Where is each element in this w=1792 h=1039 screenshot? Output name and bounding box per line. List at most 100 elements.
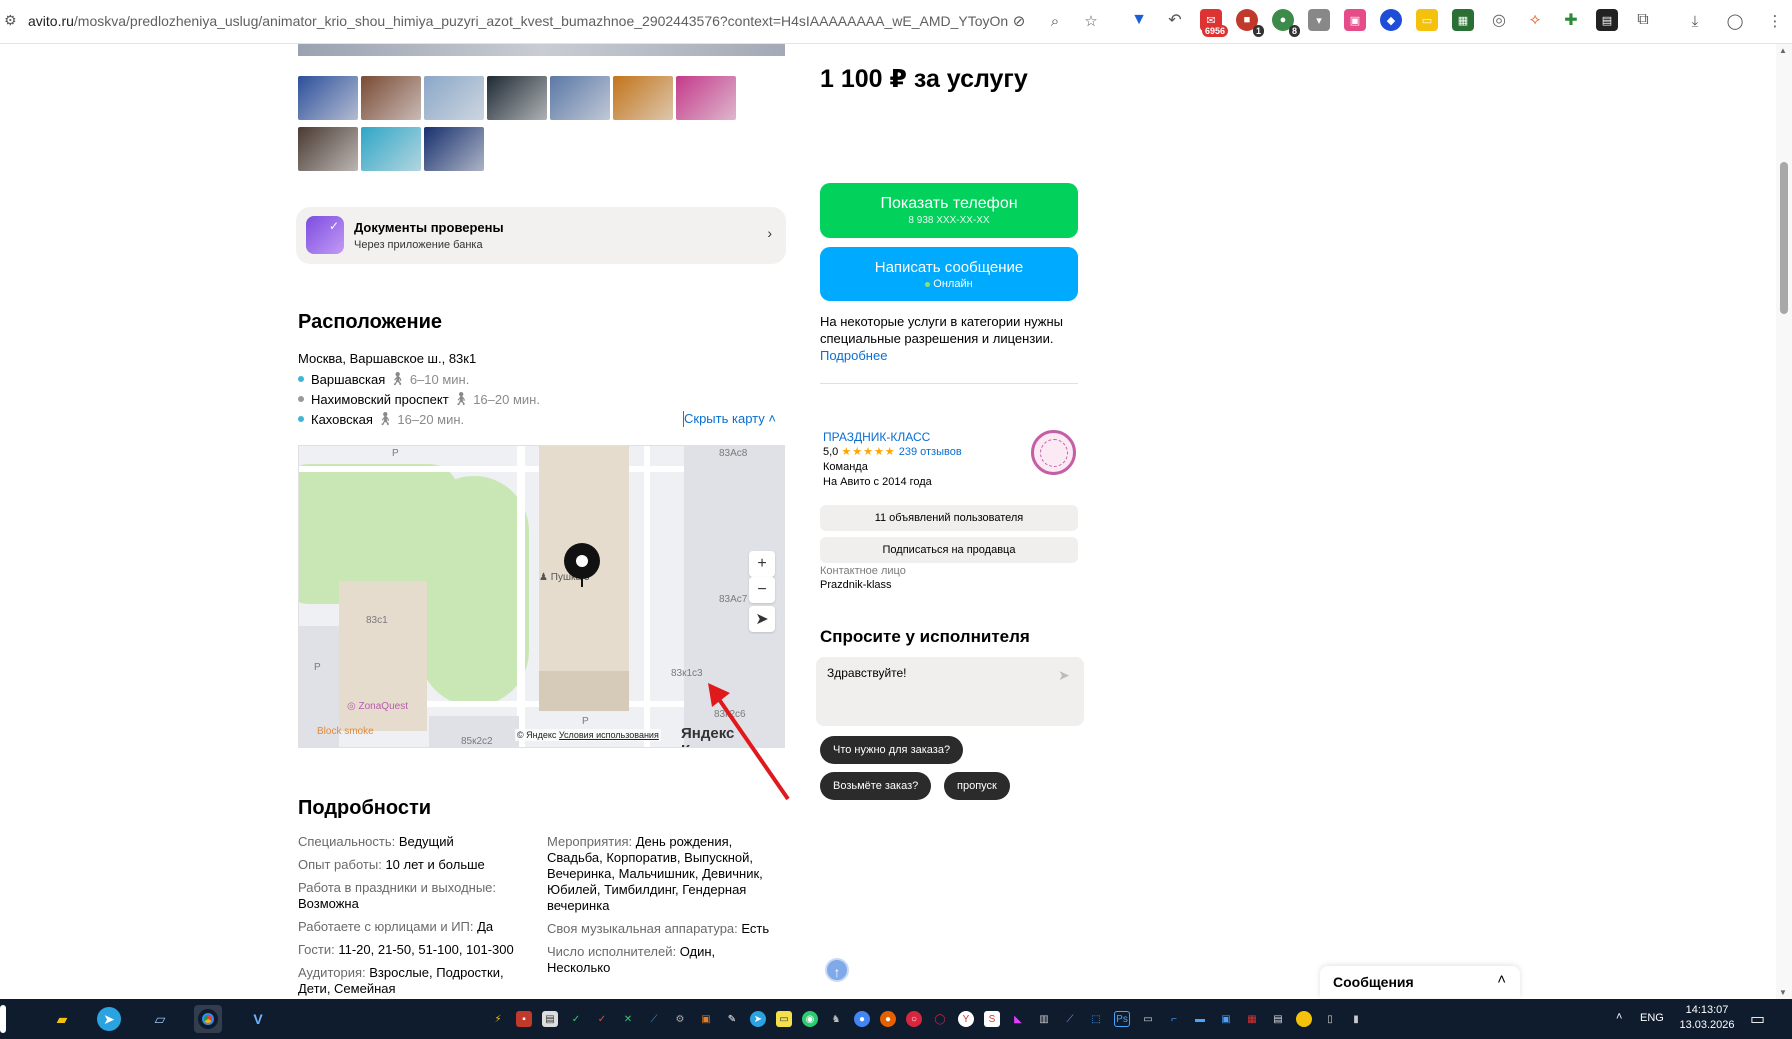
tray-app-icon[interactable]: ⚡	[490, 1011, 506, 1027]
chart-extension-icon[interactable]: ▦	[1452, 9, 1474, 31]
tray-app-icon[interactable]: ▪	[516, 1011, 532, 1027]
sticky-note-icon[interactable]: ▭	[1416, 9, 1438, 31]
notepad-icon[interactable]: ▱	[146, 1005, 174, 1033]
tray-app-icon[interactable]: ▬	[1192, 1011, 1208, 1027]
gallery-thumbnail[interactable]	[424, 76, 484, 120]
tray-app-icon[interactable]: ♞	[828, 1011, 844, 1027]
gallery-thumbnail[interactable]	[298, 76, 358, 120]
page-scrollbar[interactable]: ▲ ▼	[1776, 44, 1792, 999]
scroll-to-top-button[interactable]: ↑	[825, 958, 849, 982]
zoom-in-button[interactable]: +	[749, 551, 775, 577]
tray-app-icon[interactable]: ◣	[1010, 1011, 1026, 1027]
map-terms-link[interactable]: Условия использования	[559, 730, 659, 740]
tray-app-icon[interactable]: ✎	[724, 1011, 740, 1027]
geolocation-button[interactable]: ➤	[749, 606, 775, 632]
documents-verified-card[interactable]: Документы проверены Через приложение бан…	[296, 207, 786, 264]
write-message-button[interactable]: Написать сообщение Онлайн	[820, 247, 1078, 301]
site-info-icon[interactable]: ⚙	[4, 12, 20, 32]
gallery-thumbnail[interactable]	[298, 127, 358, 171]
eye-off-icon[interactable]: ⊘	[1008, 10, 1030, 32]
screenshot-extension-icon[interactable]: ▣	[1344, 9, 1366, 31]
quick-question-chip[interactable]: Что нужно для заказа?	[820, 736, 964, 764]
adblock-icon[interactable]: ■ 1	[1236, 9, 1264, 37]
tray-app-icon[interactable]: ⬚	[1088, 1011, 1104, 1027]
zoom-out-button[interactable]: −	[749, 577, 775, 603]
tray-app-icon[interactable]: ◉	[802, 1011, 818, 1027]
translate-icon[interactable]: ⟡	[1524, 9, 1546, 31]
tray-app-icon[interactable]: ▥	[1036, 1011, 1052, 1027]
ghostery-icon[interactable]: ● 8	[1272, 9, 1300, 37]
puzzle-green-icon[interactable]: ✚	[1560, 9, 1582, 31]
tray-telegram-icon[interactable]: ➤	[750, 1011, 766, 1027]
gallery-thumbnail[interactable]	[550, 76, 610, 120]
tray-chrome-icon[interactable]: ●	[854, 1011, 870, 1027]
messages-panel-tab[interactable]: Сообщения ˄	[1320, 966, 1520, 998]
quick-question-chip[interactable]: пропуск	[944, 772, 1010, 800]
notice-more-link[interactable]: Подробнее	[820, 347, 1085, 364]
tray-app-icon[interactable]: ⚙	[672, 1011, 688, 1027]
tray-coin-icon[interactable]	[1296, 1011, 1312, 1027]
tray-app-icon[interactable]: ▤	[542, 1011, 558, 1027]
scroll-up-arrow-icon[interactable]: ▲	[1779, 46, 1787, 55]
tray-app-icon[interactable]: ✕	[620, 1011, 636, 1027]
scrollbar-thumb[interactable]	[1780, 162, 1788, 314]
extensions-puzzle-icon[interactable]: ⧉	[1632, 9, 1654, 31]
main-image-bottom[interactable]	[298, 44, 785, 56]
seller-avatar[interactable]	[1031, 430, 1076, 475]
gallery-thumbnail[interactable]	[361, 76, 421, 120]
gallery-thumbnail[interactable]	[613, 76, 673, 120]
vpn-shield-icon[interactable]: ◆	[1380, 9, 1402, 31]
tray-app-icon[interactable]: ▣	[698, 1011, 714, 1027]
tray-yandex-icon[interactable]: Y	[958, 1011, 974, 1027]
tray-app-icon[interactable]: ▤	[1270, 1011, 1286, 1027]
gallery-thumbnail[interactable]	[424, 127, 484, 171]
tray-app-icon[interactable]: ▭	[776, 1011, 792, 1027]
tray-app-icon[interactable]: ▯	[1322, 1011, 1338, 1027]
gallery-thumbnail[interactable]	[676, 76, 736, 120]
scroll-down-arrow-icon[interactable]: ▼	[1779, 988, 1787, 997]
file-explorer-icon[interactable]: ▰	[48, 1005, 76, 1033]
tray-check-icon[interactable]: ✓	[568, 1011, 584, 1027]
tray-check-icon[interactable]: ✓	[594, 1011, 610, 1027]
star-icon[interactable]: ☆	[1080, 10, 1102, 32]
reply-icon[interactable]: ↶	[1164, 9, 1186, 31]
download-icon[interactable]: ⤓	[1684, 10, 1706, 32]
tray-app-icon[interactable]: ▮	[1348, 1011, 1364, 1027]
shield-icon[interactable]: ▾	[1308, 9, 1330, 31]
extension-v-icon[interactable]: ▼	[1128, 9, 1150, 31]
telegram-icon[interactable]: ➤	[97, 1007, 121, 1031]
profile-avatar-icon[interactable]: ◯	[1724, 10, 1746, 32]
menu-kebab-icon[interactable]: ⋮	[1764, 10, 1786, 32]
chrome-icon[interactable]	[194, 1005, 222, 1033]
user-ads-button[interactable]: 11 объявлений пользователя	[820, 505, 1078, 531]
ask-message-input[interactable]	[816, 657, 1084, 726]
tray-firefox-icon[interactable]: ●	[880, 1011, 896, 1027]
vortex-app-icon[interactable]: V	[244, 1005, 272, 1033]
quick-question-chip[interactable]: Возьмёте заказ?	[820, 772, 932, 800]
tray-opera-icon[interactable]: ○	[906, 1011, 922, 1027]
zoom-icon[interactable]: ⌕	[1044, 10, 1066, 32]
tray-overflow-chevron-icon[interactable]: ˄	[1616, 1011, 1622, 1039]
reviews-link[interactable]: 239 отзывов	[899, 446, 962, 458]
mail-extension-icon[interactable]: ✉ 6956	[1200, 9, 1228, 37]
tray-terminal-icon[interactable]: ▭	[1140, 1011, 1156, 1027]
globe-icon[interactable]: ◎	[1488, 9, 1510, 31]
hide-map-link[interactable]: Скрыть карту ˄	[683, 411, 776, 427]
tray-app-icon[interactable]: ⟋	[1062, 1011, 1078, 1027]
send-icon[interactable]: ➤	[1058, 667, 1070, 684]
start-button[interactable]	[0, 1005, 6, 1033]
address-bar[interactable]: avito.ru/moskva/predlozheniya_uslug/anim…	[28, 13, 1008, 29]
tray-photoshop-icon[interactable]: Ps	[1114, 1011, 1130, 1027]
gallery-thumbnail[interactable]	[361, 127, 421, 171]
tray-opera-gx-icon[interactable]: ◯	[932, 1011, 948, 1027]
show-phone-button[interactable]: Показать телефон 8 938 XXX-XX-XX	[820, 183, 1078, 238]
gallery-thumbnail[interactable]	[487, 76, 547, 120]
tray-app-icon[interactable]: ⟋	[646, 1011, 662, 1027]
tray-app-icon[interactable]: ▣	[1218, 1011, 1234, 1027]
tray-app-icon[interactable]: S	[984, 1011, 1000, 1027]
media-icon[interactable]: ▤	[1596, 9, 1618, 31]
tray-app-icon[interactable]: ⌐	[1166, 1011, 1182, 1027]
notification-center-icon[interactable]: ▭	[1750, 1009, 1765, 1039]
tray-app-icon[interactable]: ▦	[1244, 1011, 1260, 1027]
system-clock[interactable]: 14:13:07 13.03.2026	[1672, 1003, 1742, 1033]
